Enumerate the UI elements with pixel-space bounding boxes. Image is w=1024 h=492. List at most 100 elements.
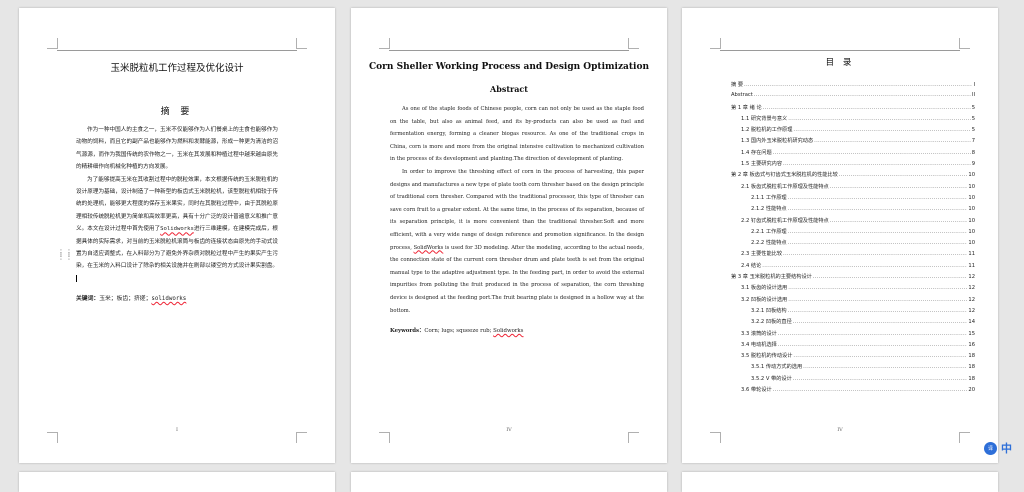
- toc-entry[interactable]: 1.5 主要研究内容 9: [731, 160, 975, 171]
- toc-leader-dots: [773, 150, 971, 156]
- document-page-3[interactable]: 目 录 摘 要 I Abstract II 第 1 章 绪 论 5 1.1 研究背景与意义 5…: [682, 8, 998, 463]
- toc-entry[interactable]: 3.2 凹板的设计选用 12: [731, 296, 975, 307]
- toc-leader-dots: [778, 331, 968, 337]
- document-page-5[interactable]: [351, 472, 667, 492]
- toc-leader-dots: [744, 82, 972, 88]
- toc-leader-dots: [788, 308, 968, 314]
- toc-entry-page: 20: [968, 387, 975, 394]
- toc-entry[interactable]: 3.1 板齿的设计选用 12: [731, 284, 975, 295]
- toc-entry[interactable]: 3.2.1 凹板结构 12: [731, 307, 975, 318]
- toc-leader-dots: [803, 364, 967, 370]
- toc-entry[interactable]: 2.1 板齿式脱粒机工作原理及性能特点 10: [731, 183, 975, 194]
- document-page-6[interactable]: [682, 472, 998, 492]
- toc-entry[interactable]: 3.2.2 凹板的直径 14: [731, 318, 975, 329]
- toc-entry-page: 10: [968, 194, 975, 201]
- toc-entry-title: Abstract: [731, 92, 753, 99]
- table-of-contents: 摘 要IAbstract II 第 1 章 绪 论 5 1.1 研究背景与意义51.2 …: [731, 81, 975, 397]
- toc-entry[interactable]: 3.5.1 传动方式的选用 18: [731, 363, 975, 374]
- toc-entry[interactable]: 1.4 存在问题 8: [731, 149, 975, 160]
- toc-entry-title: 3.1 板齿的设计选用: [741, 285, 788, 292]
- toc-entry-title: 2.4 结论: [741, 262, 762, 269]
- toc-entry[interactable]: 3.5 脱粒机的传动设计 18: [731, 352, 975, 363]
- toc-entry-page: 10: [968, 217, 975, 224]
- misspelled-word[interactable]: Solidworks: [493, 328, 523, 334]
- toc-entry-title: 1.3 国内外玉米脱粒机研究动态: [741, 138, 814, 145]
- toc-entry-page: 18: [968, 364, 975, 371]
- toc-entry-page: 15: [968, 330, 975, 337]
- document-page-1[interactable]: 玉米脱粒机工作过程及优化设计 摘 要 作为一种中国人的主食之一，玉米不仅能够作为…: [19, 8, 335, 463]
- document-title: 玉米脱粒机工作过程及优化设计: [110, 63, 244, 74]
- toc-entry[interactable]: 3.6 带轮设计 20: [731, 386, 975, 397]
- translate-icon[interactable]: 译: [984, 441, 997, 455]
- toc-leader-dots: [793, 127, 970, 133]
- toc-entry[interactable]: 2.2.1 工作原理 10: [731, 228, 975, 239]
- translate-widget[interactable]: 译 中: [984, 440, 1012, 456]
- toc-leader-dots: [773, 387, 968, 393]
- margin-corner: [959, 432, 970, 443]
- toc-entry-title: 2.3 主要性能比较: [741, 251, 783, 258]
- toc-entry[interactable]: 2.2.2 性能特点 10: [731, 239, 975, 250]
- misspelled-word[interactable]: Solidworks: [160, 226, 194, 232]
- margin-corner: [379, 432, 390, 443]
- toc-entry[interactable]: 3.5.2 V 带的设计 18: [731, 375, 975, 386]
- toc-entry[interactable]: 摘 要I: [731, 81, 975, 92]
- toc-entry-page: II: [971, 92, 975, 99]
- abstract-heading: 摘 要: [160, 107, 194, 117]
- toc-entry[interactable]: 2.1.2 性能特点 10: [731, 205, 975, 216]
- toc-entry[interactable]: 2.2 钉齿式脱粒机工作原理及性能特点 10: [731, 217, 975, 228]
- toc-entry[interactable]: Abstract II: [731, 92, 975, 103]
- toc-leader-dots: [754, 92, 971, 98]
- toc-entry-page: 10: [968, 240, 975, 247]
- misspelled-word[interactable]: SolidWorks: [414, 245, 444, 251]
- toc-leader-dots: [813, 274, 968, 280]
- toc-entry[interactable]: 2.3 主要性能比较 11: [731, 250, 975, 261]
- toc-entry-page: 5: [971, 104, 975, 111]
- toc-leader-dots: [830, 184, 968, 190]
- toc-entry[interactable]: 1.2 脱粒机的工作原理 5: [731, 126, 975, 137]
- margin-corner: [628, 432, 639, 443]
- toc-entry-title: 3.2.1 凹板结构: [751, 307, 787, 314]
- toc-leader-dots: [793, 319, 968, 325]
- abstract-body[interactable]: 作为一种中国人的主食之一，玉米不仅能够作为人们餐桌上的主食也能够作为动物的饲料，…: [76, 124, 278, 285]
- toc-entry[interactable]: 第 1 章 绪 论 5: [731, 104, 975, 115]
- document-page-2[interactable]: Corn Sheller Working Process and Design …: [351, 8, 667, 463]
- toc-leader-dots: [839, 172, 968, 178]
- language-label[interactable]: 中: [1001, 440, 1012, 456]
- toc-entry[interactable]: 3.4 电动机选择 16: [731, 341, 975, 352]
- toc-entry-title: 第 1 章 绪 论: [731, 104, 762, 111]
- toc-entry[interactable]: 2.4 结论 11: [731, 262, 975, 273]
- margin-corner: [47, 38, 58, 49]
- toc-entry-title: 3.3 滚筒的设计: [741, 330, 777, 337]
- toc-entry-title: 3.6 带轮设计: [741, 387, 772, 394]
- toc-entry-page: 11: [968, 251, 975, 258]
- keywords-line: 关键词：玉米；板齿；挤搓；solidworks: [76, 293, 186, 302]
- toc-entry-title: 1.1 研究背景与意义: [741, 115, 788, 122]
- toc-leader-dots: [814, 138, 971, 144]
- toc-entry[interactable]: 第 3 章 玉米脱粒机的主要结构设计 12: [731, 273, 975, 284]
- page-number: IV: [837, 427, 843, 433]
- drag-handle-icon[interactable]: ⋮⋮ ⋮⋮: [57, 249, 73, 261]
- toc-entry[interactable]: 2.1.1 工作原理 10: [731, 194, 975, 205]
- misspelled-word[interactable]: solidworks: [151, 296, 186, 302]
- toc-entry-page: 12: [968, 296, 975, 303]
- toc-entry[interactable]: 1.1 研究背景与意义 5: [731, 115, 975, 126]
- toc-title: 目 录: [825, 58, 855, 68]
- toc-entry[interactable]: 1.3 国内外玉米脱粒机研究动态 7: [731, 137, 975, 148]
- toc-entry-page: 8: [971, 149, 975, 156]
- paragraph: As one of the staple foods of Chinese pe…: [390, 106, 644, 163]
- toc-entry[interactable]: 第 2 章 板齿式与钉齿式玉米脱粒机的性能比较 10: [731, 171, 975, 182]
- toc-entry-title: 2.1.1 工作原理: [751, 194, 787, 201]
- toc-entry-page: 18: [968, 375, 975, 382]
- keywords-label: Keywords：: [390, 328, 425, 334]
- toc-entry[interactable]: 3.3 滚筒的设计 15: [731, 330, 975, 341]
- document-page-4[interactable]: [19, 472, 335, 492]
- abstract-body[interactable]: As one of the staple foods of Chinese pe…: [390, 103, 644, 317]
- toc-entry-title: 摘 要: [731, 82, 744, 88]
- toc-leader-dots: [793, 376, 968, 382]
- toc-leader-dots: [762, 263, 967, 269]
- toc-entry-page: 7: [971, 138, 975, 145]
- paragraph: In order to improve the threshing effect…: [390, 168, 644, 314]
- toc-leader-dots: [788, 297, 967, 303]
- toc-leader-dots: [788, 116, 970, 122]
- toc-leader-dots: [793, 353, 967, 359]
